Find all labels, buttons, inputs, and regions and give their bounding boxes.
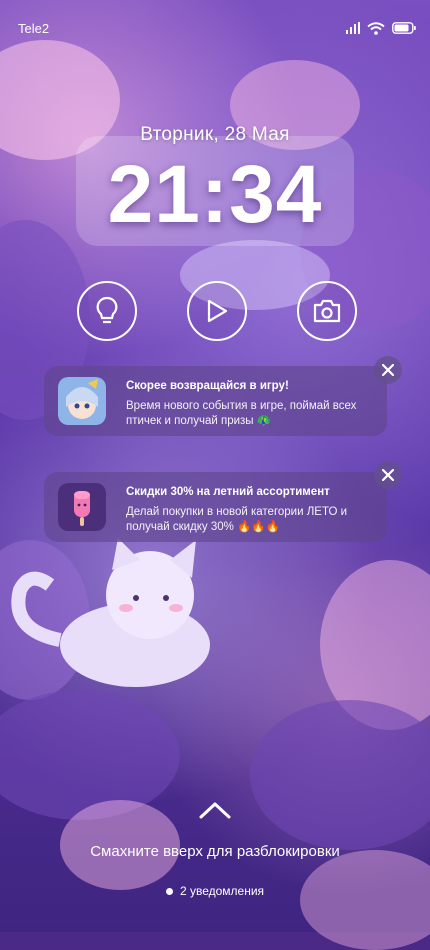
dismiss-notification-button[interactable] bbox=[374, 461, 402, 489]
chevron-up-icon bbox=[199, 802, 231, 819]
camera-button[interactable] bbox=[297, 281, 357, 341]
play-button[interactable] bbox=[187, 281, 247, 341]
camera-icon bbox=[313, 299, 341, 323]
close-icon bbox=[382, 469, 394, 481]
notification-sale[interactable]: Скидки 30% на летний ассортимент Делай п… bbox=[44, 472, 387, 542]
cat-illustration bbox=[11, 538, 210, 687]
dot-icon bbox=[165, 887, 173, 895]
carrier-label: Tele2 bbox=[18, 20, 50, 36]
notification-title: Скорее возвращайся в игру! bbox=[126, 380, 289, 392]
signal-icon bbox=[346, 22, 360, 34]
wifi-icon bbox=[367, 21, 385, 35]
notification-count: 2 уведомления bbox=[0, 884, 430, 898]
lightbulb-icon bbox=[96, 296, 118, 324]
notification-game[interactable]: Скорее возвращайся в игру! Время нового … bbox=[44, 366, 387, 436]
notification-body: Делай покупки в новой категории ЛЕТО и п… bbox=[126, 506, 348, 533]
dismiss-notification-button[interactable] bbox=[374, 356, 402, 384]
notification-body: Время нового события в игре, поймай всех… bbox=[126, 400, 357, 427]
close-icon bbox=[382, 364, 394, 376]
date-label: Вторник, 28 Мая bbox=[140, 124, 290, 145]
play-icon bbox=[207, 299, 228, 323]
game-app-icon bbox=[58, 377, 106, 425]
notification-count-label: 2 уведомления bbox=[179, 884, 265, 898]
flashlight-button[interactable] bbox=[77, 281, 137, 341]
clock: 21:34 bbox=[107, 149, 323, 240]
swipe-up-hint[interactable]: Смахните вверх для разблокировки bbox=[0, 843, 430, 860]
notification-title: Скидки 30% на летний ассортимент bbox=[126, 486, 330, 498]
battery-icon bbox=[392, 22, 416, 34]
shop-app-icon bbox=[58, 483, 106, 531]
status-bar: Tele2 bbox=[18, 18, 416, 38]
